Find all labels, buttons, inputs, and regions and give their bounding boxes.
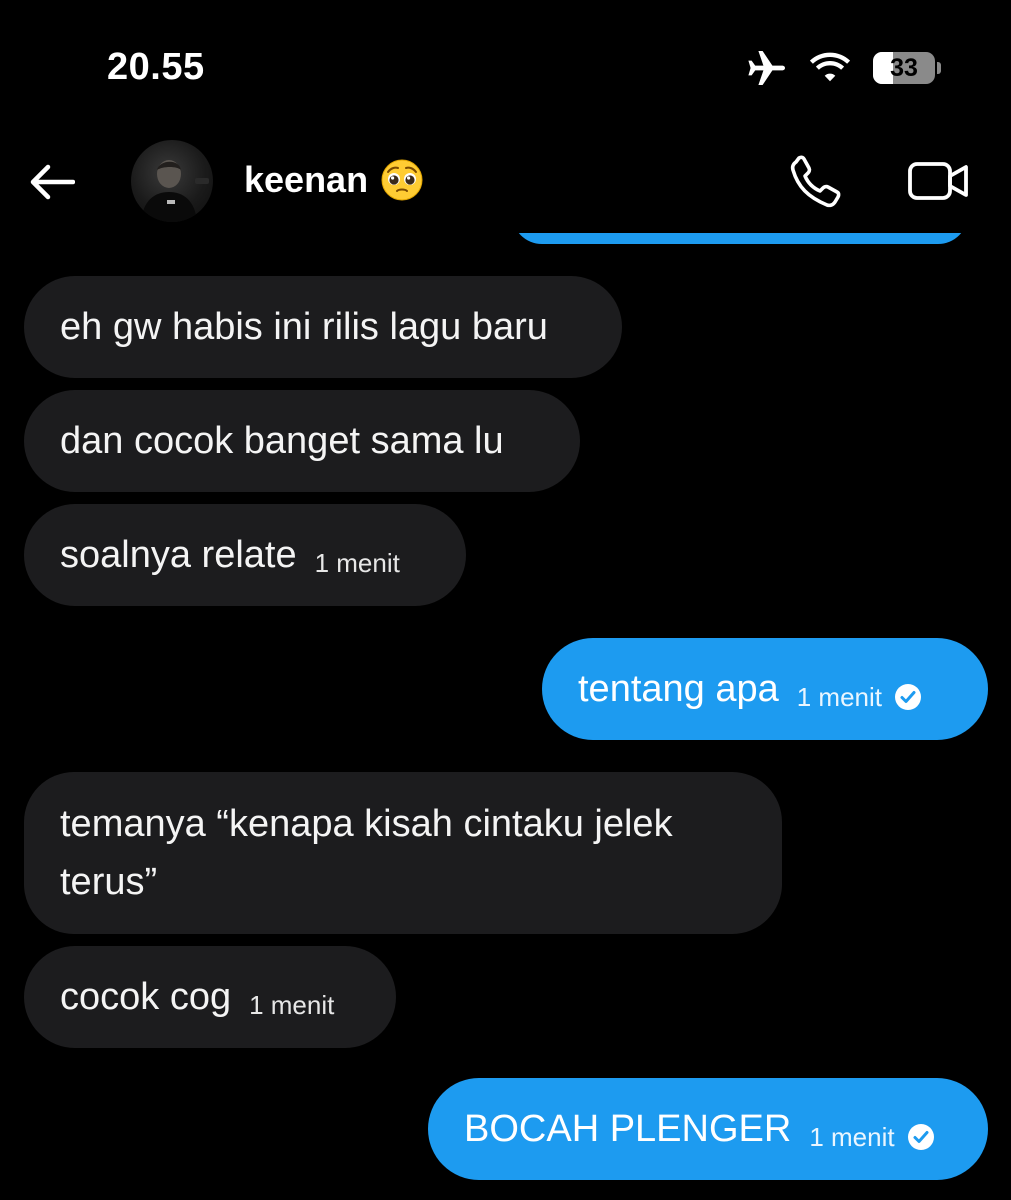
message-time: 1 menit	[249, 989, 335, 1020]
voice-call-button[interactable]	[786, 152, 844, 210]
incoming-message[interactable]: eh gw habis ini rilis lagu baru	[24, 276, 622, 378]
status-time: 20.55	[107, 46, 205, 88]
message-text: eh gw habis ini rilis lagu baru	[60, 305, 548, 348]
wifi-icon	[809, 52, 851, 82]
battery-nub	[937, 62, 941, 74]
message-text: dan cocok banget sama lu	[60, 419, 504, 462]
outgoing-message[interactable]: BOCAH PLENGER 1 menit	[428, 1078, 988, 1180]
pleading-face-emoji	[381, 159, 423, 201]
back-button[interactable]	[26, 156, 78, 208]
video-call-button[interactable]	[906, 152, 972, 210]
message-text: cocok cog	[60, 975, 232, 1018]
contact-name-link[interactable]: keenan	[244, 158, 424, 202]
outgoing-message[interactable]: tentang apa 1 menit	[542, 638, 988, 740]
chat-header: keenan	[0, 130, 1011, 230]
message-time: 1 menit	[796, 681, 883, 712]
avatar-photo	[141, 160, 209, 222]
airplane-icon	[748, 51, 785, 85]
incoming-message[interactable]: temanya “kenapa kisah cintaku jelek teru…	[24, 772, 782, 934]
battery-percentage: 33	[890, 54, 918, 82]
message-time: 1 menit	[809, 1121, 895, 1152]
incoming-message[interactable]: cocok cog 1 menit	[24, 946, 396, 1048]
phone-icon	[790, 155, 841, 208]
avatar[interactable]	[131, 140, 213, 222]
back-arrow-icon	[30, 164, 75, 200]
message-time: 1 menit	[314, 547, 400, 578]
contact-name: keenan	[244, 159, 369, 200]
message-text: soalnya relate	[60, 533, 297, 576]
message-text: BOCAH PLENGER	[464, 1107, 792, 1150]
battery-icon: 33	[873, 52, 935, 84]
video-camera-icon	[908, 162, 968, 200]
read-check-icon	[907, 1124, 934, 1150]
read-check-icon	[895, 684, 922, 710]
message-text: tentang apa	[578, 667, 779, 710]
message-text: temanya “kenapa kisah cintaku jelek teru…	[60, 803, 673, 903]
incoming-message[interactable]: dan cocok banget sama lu	[24, 390, 580, 492]
incoming-message[interactable]: soalnya relate 1 menit	[24, 504, 466, 606]
status-icons: 33	[747, 46, 941, 90]
